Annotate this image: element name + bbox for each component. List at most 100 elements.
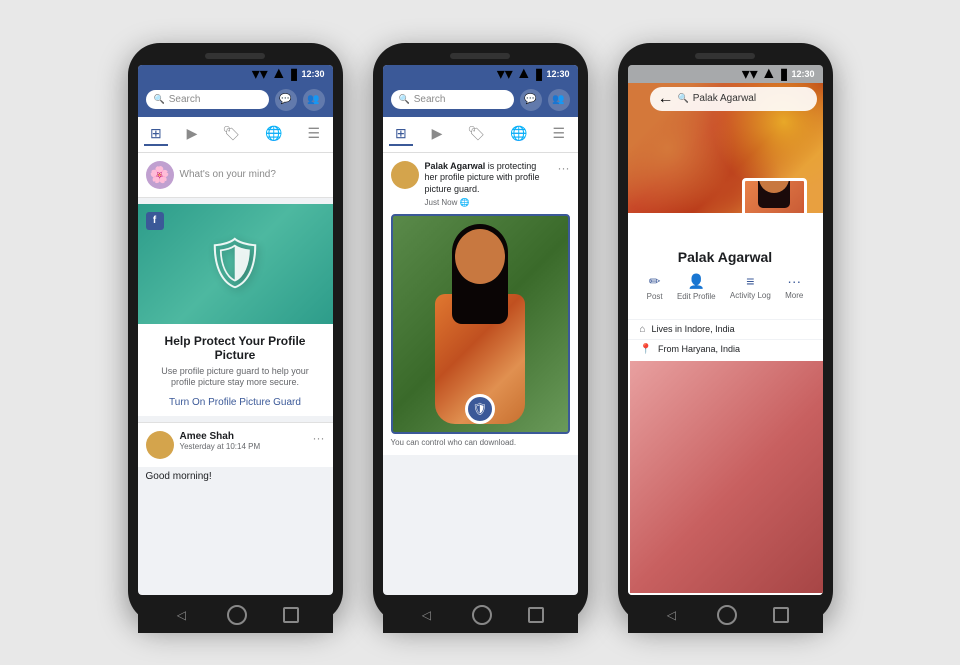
profile-name-3: Palak Agarwal: [640, 249, 811, 265]
profile-cover-3: ← 🔍 Palak Agarwal 🛡: [628, 83, 823, 213]
protect-link-1[interactable]: Turn On Profile Picture Guard: [150, 397, 321, 408]
phone-2: ▾▾ ▲ ▮ 12:30 🔍 Search 💬 👥 ⊞ ▶: [373, 43, 588, 623]
post-body-1: Good morning!: [138, 467, 333, 486]
phone-frame-2: ▾▾ ▲ ▮ 12:30 🔍 Search 💬 👥 ⊞ ▶: [373, 43, 588, 623]
post-box-1: 🌸 What's on your mind?: [138, 153, 333, 198]
tab-home-2[interactable]: ⊞: [389, 123, 413, 146]
status-bar-3: ▾▾ ▲ ▮ 12:30: [628, 65, 823, 83]
status-bar-1: ▾▾ ▲ ▮ 12:30: [138, 65, 333, 83]
status-time-2: 12:30: [546, 69, 569, 79]
people-icon-2[interactable]: 👥: [548, 89, 570, 111]
wifi-icon-3: ▲: [761, 65, 777, 83]
story-time-2: Just Now 🌐: [425, 198, 552, 208]
search-icon-2: 🔍: [399, 94, 410, 105]
profile-person-body-3: [747, 178, 802, 213]
post-name-1: Amee Shah: [180, 431, 307, 442]
topbar-icons-2: 💬 👥: [520, 89, 570, 111]
phone-speaker-1: [205, 53, 265, 59]
phone-bottom-2: ◁: [383, 597, 578, 633]
story-dots-2[interactable]: ···: [558, 161, 570, 175]
edit-label-3: Edit Profile: [677, 292, 716, 301]
protect-title-1: Help Protect Your Profile Picture: [150, 334, 321, 362]
back-button-1[interactable]: ◁: [171, 605, 191, 625]
phone-3: ▾▾ ▲ ▮ 12:30 ← 🔍 Palak Agarwal: [618, 43, 833, 623]
back-button-2[interactable]: ◁: [416, 605, 436, 625]
signal-icon-1: ▾▾: [252, 65, 268, 84]
story-image-2: 🛡: [391, 214, 570, 434]
phone-1: ▾▾ ▲ ▮ 12:30 🔍 Search 💬 👥 ⊞: [128, 43, 343, 623]
home-button-3[interactable]: [717, 605, 737, 625]
avatar-flower-icon: 🌸: [150, 165, 170, 185]
nav-tabs-1: ⊞ ▶ 🏷 🌐 ☰: [138, 117, 333, 153]
nav-tabs-2: ⊞ ▶ 🏷 🌐 ☰: [383, 117, 578, 153]
phone-screen-1: ▾▾ ▲ ▮ 12:30 🔍 Search 💬 👥 ⊞: [138, 65, 333, 595]
post-preview-1: Amee Shah Yesterday at 10:14 PM ···: [138, 422, 333, 467]
home-detail-text-3: Lives in Indore, India: [652, 324, 735, 334]
status-bar-right-3: ▾▾ ▲ ▮ 12:30: [742, 65, 815, 84]
profile-action-post-3[interactable]: ✏ Post: [647, 273, 663, 301]
recent-button-1[interactable]: [283, 607, 299, 623]
story-header-2: Palak Agarwal is protecting her profile …: [391, 161, 570, 208]
recent-button-2[interactable]: [528, 607, 544, 623]
protect-desc-1: Use profile picture guard to help your p…: [150, 366, 321, 389]
home-button-1[interactable]: [227, 605, 247, 625]
recent-button-3[interactable]: [773, 607, 789, 623]
protect-card-1: f 🛡 Help Protect Your Profile Picture Us…: [138, 204, 333, 416]
fb-logo-1: f: [146, 212, 164, 230]
log-label-3: Activity Log: [730, 291, 771, 300]
post-label-3: Post: [647, 292, 663, 301]
post-dots-1[interactable]: ···: [313, 431, 325, 459]
profile-info-3: Palak Agarwal ✏ Post 👤 Edit Profile ≡ Ac…: [628, 213, 823, 319]
tab-menu-1[interactable]: ☰: [301, 123, 326, 146]
tab-store-2[interactable]: 🏷: [461, 123, 491, 146]
home-button-2[interactable]: [472, 605, 492, 625]
messenger-icon-1[interactable]: 💬: [275, 89, 297, 111]
photos-grid-3: [628, 359, 823, 595]
profile-action-edit-3[interactable]: 👤 Edit Profile: [677, 273, 716, 301]
tab-store-1[interactable]: 🏷: [216, 123, 246, 146]
post-avatar-1: [146, 431, 174, 459]
battery-icon-3: ▮: [780, 65, 789, 84]
tab-play-1[interactable]: ▶: [181, 123, 204, 146]
story-text-2: Palak Agarwal is protecting her profile …: [425, 161, 552, 208]
post-icon-3: ✏: [649, 273, 661, 290]
tab-play-2[interactable]: ▶: [426, 123, 449, 146]
back-button-3[interactable]: ◁: [661, 605, 681, 625]
phone-frame-1: ▾▾ ▲ ▮ 12:30 🔍 Search 💬 👥 ⊞: [128, 43, 343, 623]
tab-globe-2[interactable]: 🌐: [504, 123, 533, 146]
tab-home-1[interactable]: ⊞: [144, 123, 168, 146]
phone-speaker-2: [450, 53, 510, 59]
search-bar-2[interactable]: 🔍 Search: [391, 90, 514, 109]
tab-menu-2[interactable]: ☰: [546, 123, 571, 146]
messenger-icon-2[interactable]: 💬: [520, 89, 542, 111]
status-bar-2: ▾▾ ▲ ▮ 12:30: [383, 65, 578, 83]
post-placeholder-1[interactable]: What's on your mind?: [180, 169, 276, 180]
profile-search-value-3: Palak Agarwal: [693, 93, 756, 104]
screen-content-2: Palak Agarwal is protecting her profile …: [383, 153, 578, 595]
phone-speaker-3: [695, 53, 755, 59]
photo-cell-1-3: [630, 361, 823, 593]
signal-icon-3: ▾▾: [742, 65, 758, 84]
privacy-icon-2: 🌐: [460, 198, 470, 207]
profile-search-bar-3[interactable]: ← 🔍 Palak Agarwal: [650, 87, 817, 111]
person-face-2: [455, 229, 505, 284]
tab-globe-1[interactable]: 🌐: [259, 123, 288, 146]
phone-bottom-3: ◁: [628, 597, 823, 633]
edit-icon-3: 👤: [688, 273, 705, 290]
profile-photo-inner-3: [745, 181, 804, 213]
phone-screen-2: ▾▾ ▲ ▮ 12:30 🔍 Search 💬 👥 ⊞ ▶: [383, 65, 578, 595]
profile-actions-3: ✏ Post 👤 Edit Profile ≡ Activity Log ···…: [640, 273, 811, 301]
battery-icon-2: ▮: [535, 65, 544, 84]
phone-frame-3: ▾▾ ▲ ▮ 12:30 ← 🔍 Palak Agarwal: [618, 43, 833, 623]
back-arrow-icon-3[interactable]: ←: [658, 90, 674, 108]
people-icon-1[interactable]: 👥: [303, 89, 325, 111]
user-avatar-1: 🌸: [146, 161, 174, 189]
profile-action-log-3[interactable]: ≡ Activity Log: [730, 273, 771, 301]
protect-banner-1: f 🛡: [138, 204, 333, 324]
story-post-2: Palak Agarwal is protecting her profile …: [383, 153, 578, 455]
profile-detail-home-3: ⌂ Lives in Indore, India: [628, 319, 823, 339]
profile-action-more-3[interactable]: ··· More: [785, 273, 803, 301]
battery-icon-1: ▮: [290, 65, 299, 84]
search-bar-1[interactable]: 🔍 Search: [146, 90, 269, 109]
home-detail-icon-3: ⌂: [640, 324, 646, 335]
